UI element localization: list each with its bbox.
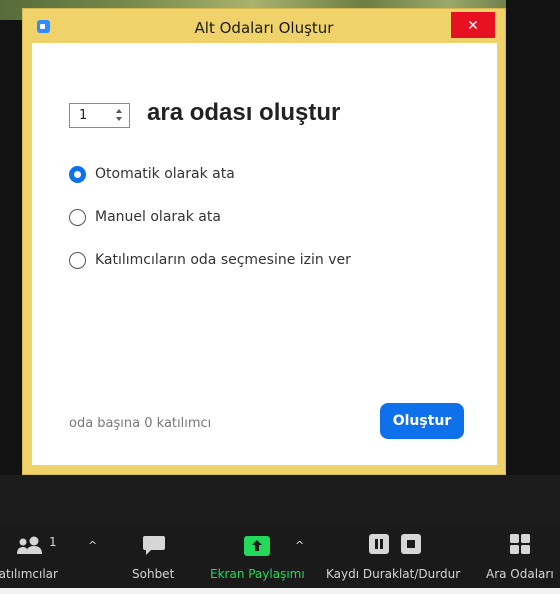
create-button[interactable]: Oluştur — [380, 403, 464, 439]
pause-icon[interactable] — [368, 533, 390, 555]
participants-caret-icon[interactable]: ^ — [88, 539, 97, 552]
video-area-left — [0, 20, 22, 525]
stop-icon[interactable] — [400, 533, 422, 555]
recording-controls[interactable]: Kaydı Duraklat/Durdur — [323, 525, 473, 594]
participants-count: 1 — [49, 535, 57, 549]
dialog-titlebar[interactable]: Alt Odaları Oluştur ✕ — [23, 9, 505, 41]
close-button[interactable]: ✕ — [451, 12, 495, 38]
recording-label: Kaydı Duraklat/Durdur — [326, 567, 461, 581]
participants-icon — [17, 536, 42, 554]
video-area-right — [506, 0, 560, 525]
participants-label: Katılımcılar — [0, 567, 58, 581]
room-count-stepper[interactable]: 1 — [69, 103, 130, 128]
dialog-title: Alt Odaları Oluştur — [194, 19, 334, 37]
chat-button[interactable]: Sohbet — [125, 525, 185, 594]
create-breakout-rooms-dialog: Alt Odaları Oluştur ✕ 1 ara odası oluştu… — [22, 8, 506, 475]
stepper-arrows[interactable] — [114, 106, 124, 126]
option-self-select-label[interactable]: Katılımcıların oda seçmesine izin ver — [95, 252, 351, 268]
meeting-toolbar: 1 Katılımcılar ^ Sohbet Ekran Paylaşımı … — [0, 525, 560, 594]
radio-self-select[interactable] — [69, 252, 86, 269]
chat-icon — [143, 536, 165, 555]
participants-button[interactable]: 1 Katılımcılar — [0, 525, 75, 594]
room-count-value[interactable]: 1 — [79, 108, 87, 123]
share-caret-icon[interactable]: ^ — [295, 539, 304, 552]
option-manual-label[interactable]: Manuel olarak ata — [95, 209, 221, 225]
breakout-rooms-button[interactable]: Ara Odaları — [482, 525, 560, 594]
share-screen-button[interactable]: Ekran Paylaşımı — [206, 525, 318, 594]
share-screen-label: Ekran Paylaşımı — [210, 567, 305, 581]
radio-automatic[interactable] — [69, 166, 86, 183]
breakout-rooms-label: Ara Odaları — [486, 567, 554, 581]
share-screen-icon — [244, 536, 270, 556]
increment-icon[interactable] — [116, 109, 122, 113]
participants-per-room-note: oda başına 0 katılımcı — [69, 416, 212, 431]
bottom-edge — [0, 588, 560, 594]
decrement-icon[interactable] — [116, 117, 122, 121]
video-area-bottom — [0, 475, 560, 525]
radio-manual[interactable] — [69, 209, 86, 226]
breakout-rooms-icon — [510, 534, 530, 554]
create-rooms-label: ara odası oluştur — [147, 99, 341, 126]
option-automatic-label[interactable]: Otomatik olarak ata — [95, 166, 235, 182]
dialog-content: 1 ara odası oluştur Otomatik olarak ata … — [32, 43, 497, 465]
chat-label: Sohbet — [132, 567, 175, 581]
